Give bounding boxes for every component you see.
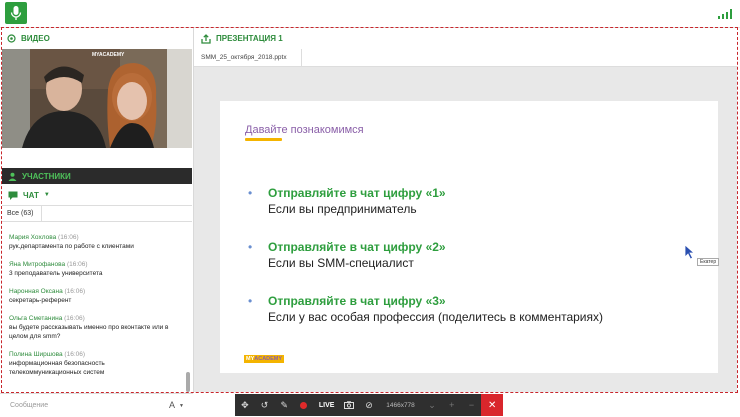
chevron-down-icon[interactable]: ⌄ bbox=[422, 394, 442, 416]
record-icon[interactable] bbox=[294, 394, 314, 416]
list-item: Мария Хохлова (16:06) рук.департамента п… bbox=[2, 233, 184, 251]
link-icon[interactable]: ⊘ bbox=[359, 394, 379, 416]
video-settings-icon[interactable] bbox=[7, 34, 16, 43]
signal-strength-icon bbox=[718, 9, 732, 19]
video-section-header: ВИДЕО bbox=[2, 28, 193, 49]
message-time: (16:06) bbox=[66, 261, 88, 268]
slide-logo: MYACADEMY bbox=[244, 355, 285, 363]
text-format-icon[interactable]: A bbox=[169, 400, 175, 410]
bullet-text: Если вы SMM-специалист bbox=[268, 256, 414, 270]
logo-part: ACADEMY bbox=[254, 356, 283, 362]
chevron-down-icon[interactable]: ▼ bbox=[44, 192, 50, 198]
chat-messages: Мария Хохлова (16:06) рук.департамента п… bbox=[2, 233, 184, 393]
slide-bullet: • Отправляйте в чат цифру «2» Если вы SM… bbox=[248, 239, 446, 271]
message-text: секретарь-референт bbox=[9, 297, 72, 304]
title-underline bbox=[245, 138, 282, 141]
live-button[interactable]: LIVE bbox=[314, 394, 340, 416]
toolbar-spacer bbox=[193, 394, 235, 416]
message-time: (16:06) bbox=[58, 234, 79, 241]
bullet-text: Если у вас особая профессия (поделитесь … bbox=[268, 310, 603, 324]
participants-section-header[interactable]: УЧАСТНИКИ bbox=[2, 168, 192, 184]
bullet-text: Если вы предприниматель bbox=[268, 202, 417, 216]
chat-icon bbox=[8, 191, 18, 200]
divider bbox=[301, 49, 302, 67]
camera-icon[interactable] bbox=[339, 394, 359, 416]
message-input[interactable]: Сообщение bbox=[10, 402, 48, 409]
message-time: (16:06) bbox=[64, 288, 86, 295]
close-icon[interactable]: ✕ bbox=[481, 394, 503, 416]
message-text: рук.департамента по работе с клиентами bbox=[9, 243, 134, 250]
bullet-heading: Отправляйте в чат цифру «1» bbox=[268, 186, 446, 200]
message-author: Мария Хохлова bbox=[9, 234, 57, 241]
file-tab-bar: SMM_25_октября_2018.pptx bbox=[194, 49, 737, 67]
list-item: Яна Митрофанова (16:06) 3 преподаватель … bbox=[2, 260, 184, 278]
bullet-heading: Отправляйте в чат цифру «3» bbox=[268, 294, 446, 308]
bullet-dot-icon: • bbox=[248, 294, 253, 308]
video-logo: MYACADEMY bbox=[92, 52, 125, 58]
message-text: целом для smm? bbox=[9, 333, 61, 340]
undo-icon[interactable]: ↺ bbox=[255, 394, 275, 416]
cursor-label: Екатер bbox=[697, 258, 720, 266]
presentation-section-header: ПРЕЗЕНТАЦИЯ 1 bbox=[194, 28, 737, 49]
message-composer[interactable]: Сообщение A ▼ bbox=[0, 393, 193, 417]
message-text: вы будете рассказывать именно про вконта… bbox=[9, 324, 169, 331]
cursor-icon bbox=[684, 244, 696, 260]
presentation-upload-icon[interactable] bbox=[201, 33, 211, 44]
chat-title: ЧАТ bbox=[23, 190, 39, 200]
tab-all[interactable]: Все (63) bbox=[2, 206, 42, 221]
top-bar bbox=[0, 0, 740, 28]
presentation-title: ПРЕЗЕНТАЦИЯ 1 bbox=[216, 34, 283, 43]
bullet-dot-icon: • bbox=[248, 186, 253, 200]
list-item: Наронная Оксана (16:06) секретарь-рефере… bbox=[2, 287, 184, 305]
chat-tabs: Все (63) bbox=[2, 205, 192, 222]
slide-bullet: • Отправляйте в чат цифру «3» Если у вас… bbox=[248, 293, 603, 325]
move-icon[interactable]: ✥ bbox=[235, 394, 255, 416]
chat-scrollbar[interactable] bbox=[186, 372, 190, 392]
zoom-in-icon[interactable]: + bbox=[442, 394, 462, 416]
message-author: Ольга Сметанина bbox=[9, 315, 63, 322]
zoom-out-icon[interactable]: − bbox=[462, 394, 482, 416]
message-text: 3 преподаватель университета bbox=[9, 270, 103, 277]
message-time: (16:06) bbox=[64, 315, 85, 322]
chat-section-header[interactable]: ЧАТ ▼ bbox=[2, 187, 192, 203]
logo-part: MY bbox=[246, 356, 255, 362]
list-item: Полина Ширшова (16:06) информационная бе… bbox=[2, 350, 184, 377]
file-tab[interactable]: SMM_25_октября_2018.pptx bbox=[201, 54, 287, 61]
message-text: информационная безопасность bbox=[9, 360, 105, 367]
message-time: (16:06) bbox=[64, 351, 86, 358]
message-text: телекоммуникационных систем bbox=[9, 369, 105, 376]
participants-title: УЧАСТНИКИ bbox=[22, 171, 71, 181]
slide: Давайте познакомимся • Отправляйте в чат… bbox=[220, 101, 718, 373]
message-author: Полина Ширшова bbox=[9, 351, 63, 358]
bullet-heading: Отправляйте в чат цифру «2» bbox=[268, 240, 446, 254]
list-item: Ольга Сметанина (16:06) вы будете расска… bbox=[2, 314, 184, 341]
chevron-down-icon[interactable]: ▼ bbox=[179, 403, 184, 409]
message-author: Наронная Оксана bbox=[9, 288, 63, 295]
user-icon bbox=[8, 172, 17, 181]
video-section-title: ВИДЕО bbox=[21, 34, 50, 43]
resolution-display: 1466x778 bbox=[386, 401, 415, 409]
presentation-toolbar: ✥ ↺ ✎ LIVE ⊘ 1466x778 ⌄ + − ✕ bbox=[235, 394, 503, 416]
slide-title: Давайте познакомимся bbox=[245, 124, 364, 136]
microphone-icon[interactable] bbox=[5, 2, 27, 24]
bullet-dot-icon: • bbox=[248, 240, 253, 254]
pen-icon[interactable]: ✎ bbox=[274, 394, 294, 416]
message-author: Яна Митрофанова bbox=[9, 261, 66, 268]
slide-bullet: • Отправляйте в чат цифру «1» Если вы пр… bbox=[248, 185, 446, 217]
video-feed: MYACADEMY bbox=[2, 49, 192, 148]
